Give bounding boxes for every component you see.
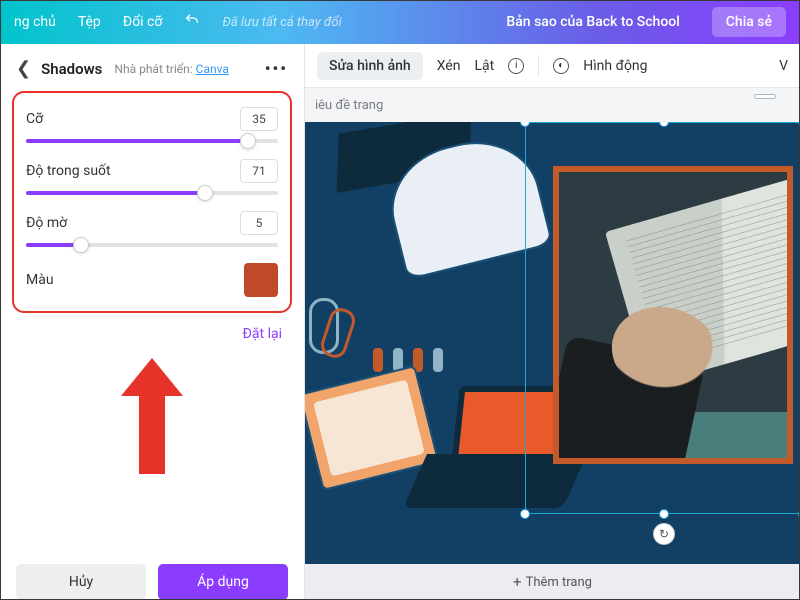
- editor-area: Sửa hình ảnh Xén Lật i ◐ Hình động V iêu…: [305, 44, 800, 600]
- add-page-label: Thêm trang: [526, 575, 592, 590]
- image-toolbar: Sửa hình ảnh Xén Lật i ◐ Hình động V: [305, 44, 800, 88]
- document-title[interactable]: Bản sao của Back to School: [506, 14, 679, 30]
- cancel-button[interactable]: Hủy: [16, 564, 146, 600]
- animate-icon[interactable]: ◐: [553, 58, 569, 74]
- crop-button[interactable]: Xén: [437, 58, 461, 74]
- resize-handle[interactable]: [659, 509, 669, 519]
- slider-opacity-label: Độ trong suốt: [26, 163, 111, 179]
- saved-status: Đã lưu tất cả thay đổi: [222, 15, 341, 30]
- undo-icon[interactable]: [184, 12, 200, 32]
- developer-label: Nhà phát triển: Canva: [114, 62, 228, 76]
- page-resize-handle[interactable]: [754, 94, 776, 99]
- more-icon[interactable]: •••: [265, 59, 288, 78]
- nav-resize[interactable]: Đổi cỡ: [123, 14, 163, 30]
- selection-frame[interactable]: ↻: [525, 122, 800, 514]
- slider-opacity: Độ trong suốt: [26, 159, 278, 195]
- slider-blur-input[interactable]: [240, 211, 278, 235]
- animate-button[interactable]: Hình động: [583, 58, 647, 74]
- resize-handle[interactable]: [659, 122, 669, 127]
- slider-opacity-input[interactable]: [240, 159, 278, 183]
- slider-size: Cỡ: [26, 107, 278, 143]
- developer-link[interactable]: Canva: [196, 62, 229, 76]
- resize-handle[interactable]: [520, 509, 530, 519]
- color-label: Màu: [26, 272, 54, 288]
- info-icon[interactable]: i: [508, 58, 524, 74]
- back-chevron-icon[interactable]: ❮: [16, 58, 31, 79]
- slider-size-input[interactable]: [240, 107, 278, 131]
- canvas[interactable]: iêu đề trang: [305, 88, 800, 600]
- slider-blur-track[interactable]: [26, 243, 278, 247]
- slider-blur-label: Độ mờ: [26, 215, 67, 231]
- side-panel: ❮ Shadows Nhà phát triển: Canva ••• Cỡ: [0, 44, 305, 600]
- panel-title: Shadows: [41, 60, 102, 78]
- slider-size-label: Cỡ: [26, 111, 43, 127]
- page-title[interactable]: iêu đề trang: [315, 98, 383, 113]
- apply-button[interactable]: Áp dụng: [158, 564, 288, 600]
- plus-icon: +: [513, 573, 522, 591]
- shadow-controls: Cỡ Độ trong suốt: [12, 91, 292, 313]
- share-button[interactable]: Chia sẻ: [712, 7, 786, 37]
- top-bar: ng chủ Tệp Đổi cỡ Đã lưu tất cả thay đổi…: [0, 0, 800, 44]
- edit-image-button[interactable]: Sửa hình ảnh: [317, 52, 423, 80]
- nav-home[interactable]: ng chủ: [14, 14, 56, 30]
- slider-size-track[interactable]: [26, 139, 278, 143]
- annotation-arrow-icon: [0, 352, 304, 482]
- slider-thumb[interactable]: [73, 237, 89, 253]
- slider-opacity-track[interactable]: [26, 191, 278, 195]
- add-page-bar[interactable]: + Thêm trang: [305, 564, 800, 600]
- reset-link[interactable]: Đặt lại: [243, 326, 282, 342]
- rotate-handle-icon[interactable]: ↻: [653, 523, 675, 545]
- toolbar-right-cut: V: [779, 58, 788, 74]
- flip-button[interactable]: Lật: [474, 58, 494, 74]
- color-swatch[interactable]: [244, 263, 278, 297]
- slider-thumb[interactable]: [197, 185, 213, 201]
- design-page[interactable]: ↻: [305, 122, 800, 564]
- slider-blur: Độ mờ: [26, 211, 278, 247]
- slider-thumb[interactable]: [240, 133, 256, 149]
- resize-handle[interactable]: [520, 122, 530, 127]
- nav-file[interactable]: Tệp: [78, 14, 101, 30]
